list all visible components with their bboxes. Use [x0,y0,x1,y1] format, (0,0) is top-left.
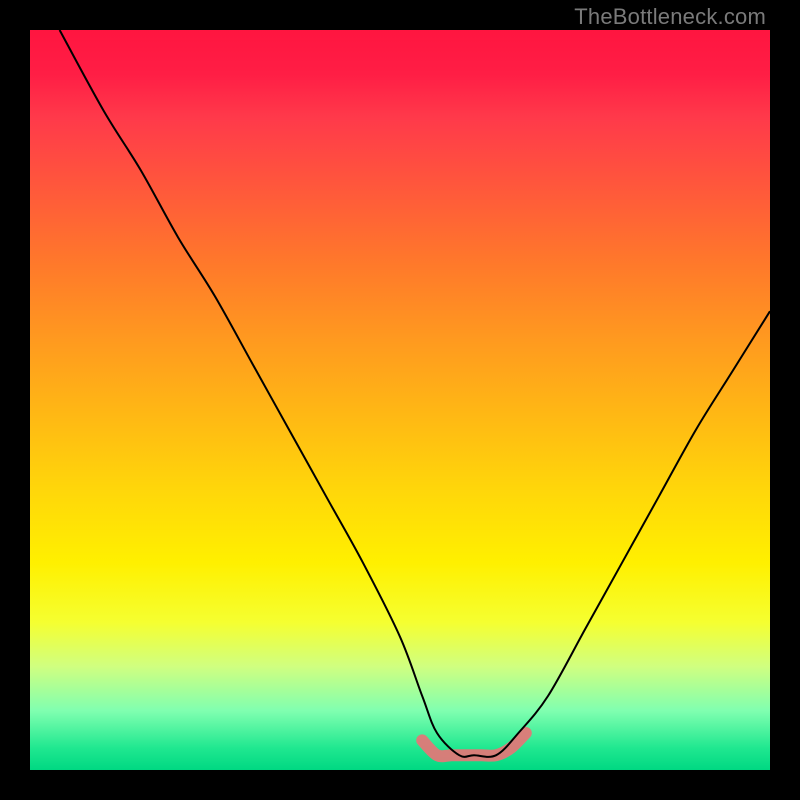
chart-container: TheBottleneck.com [0,0,800,800]
curve-layer [30,30,770,770]
bottleneck-curve [60,30,770,757]
optimal-range-highlight [422,733,526,756]
plot-area [30,30,770,770]
watermark-text: TheBottleneck.com [574,4,766,30]
